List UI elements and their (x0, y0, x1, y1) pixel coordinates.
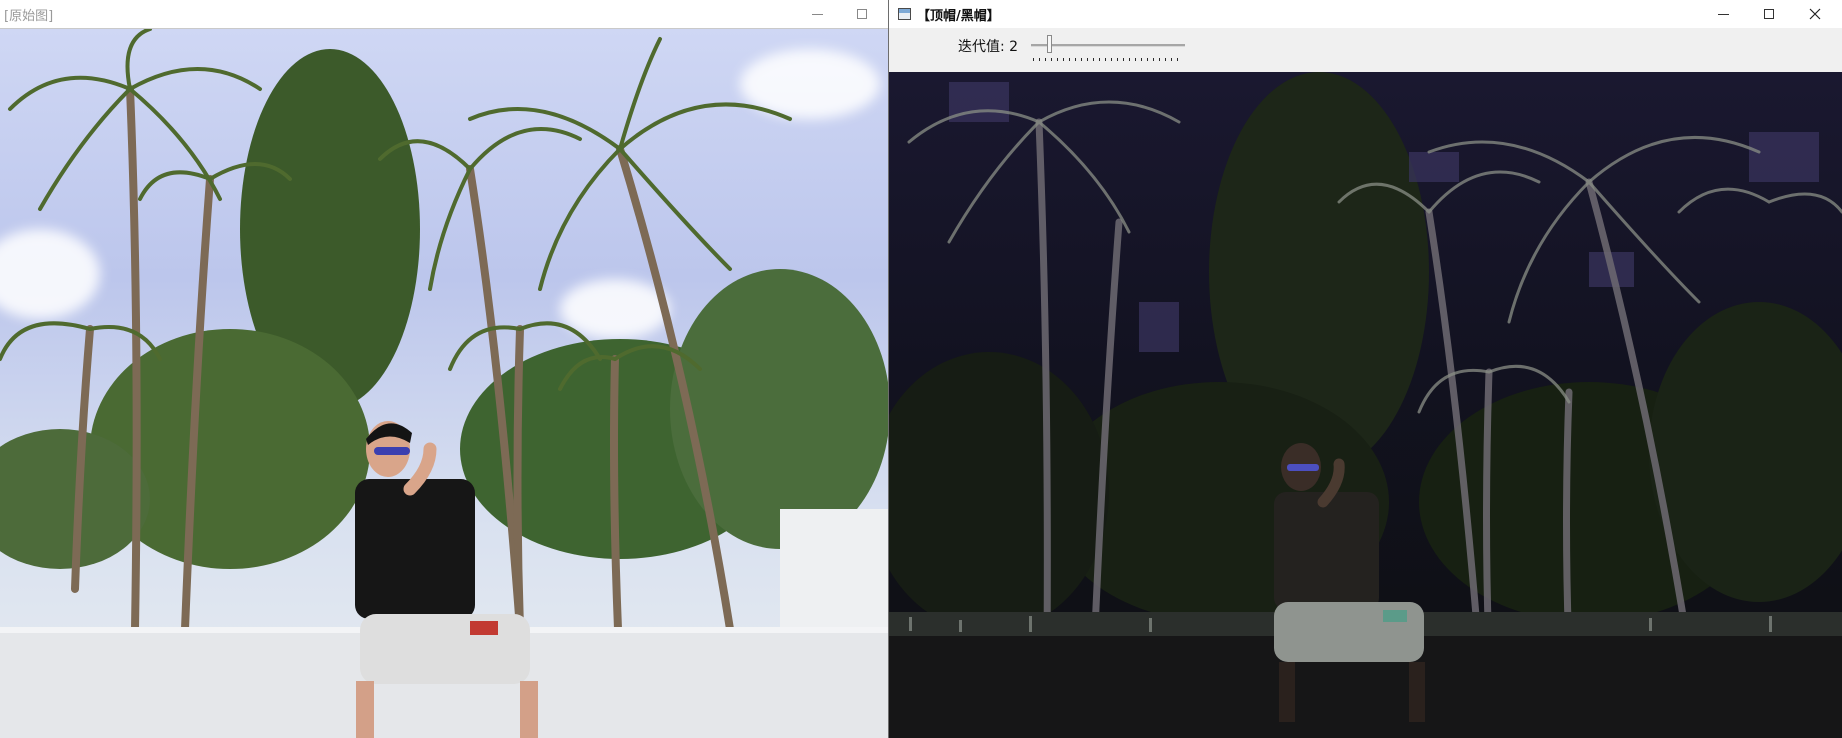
trackbar-thumb[interactable] (1047, 35, 1052, 53)
tophat-window-titlebar[interactable]: 【顶帽/黑帽】 (889, 0, 1842, 28)
tophat-image-window: 【顶帽/黑帽】 迭代值: 2 (888, 0, 1842, 738)
trackbar-panel: 迭代值: 2 (889, 28, 1842, 72)
iteration-trackbar-label: 迭代值: 2 (958, 39, 1019, 55)
maximize-icon (1764, 9, 1774, 19)
original-photo (0, 29, 888, 738)
maximize-button[interactable] (1746, 0, 1792, 28)
minimize-icon (811, 14, 823, 15)
minimize-icon (1717, 14, 1729, 15)
window-app-icon (898, 8, 911, 20)
minimize-button[interactable] (794, 0, 840, 28)
trackbar-ticks (1033, 58, 1183, 61)
minimize-button[interactable] (1700, 0, 1746, 28)
iteration-trackbar[interactable] (1027, 32, 1189, 64)
trackbar-track[interactable] (1031, 44, 1185, 47)
original-window-titlebar[interactable]: [原始图] (0, 0, 888, 29)
maximize-icon (857, 9, 867, 19)
tophat-window-title: 【顶帽/黑帽】 (917, 8, 1000, 24)
original-window-title: [原始图] (4, 8, 54, 24)
close-icon (1809, 8, 1821, 20)
tophat-result-photo (889, 72, 1842, 738)
maximize-button[interactable] (839, 0, 885, 28)
original-image-window: [原始图] (0, 0, 888, 738)
close-button[interactable] (1792, 0, 1838, 28)
